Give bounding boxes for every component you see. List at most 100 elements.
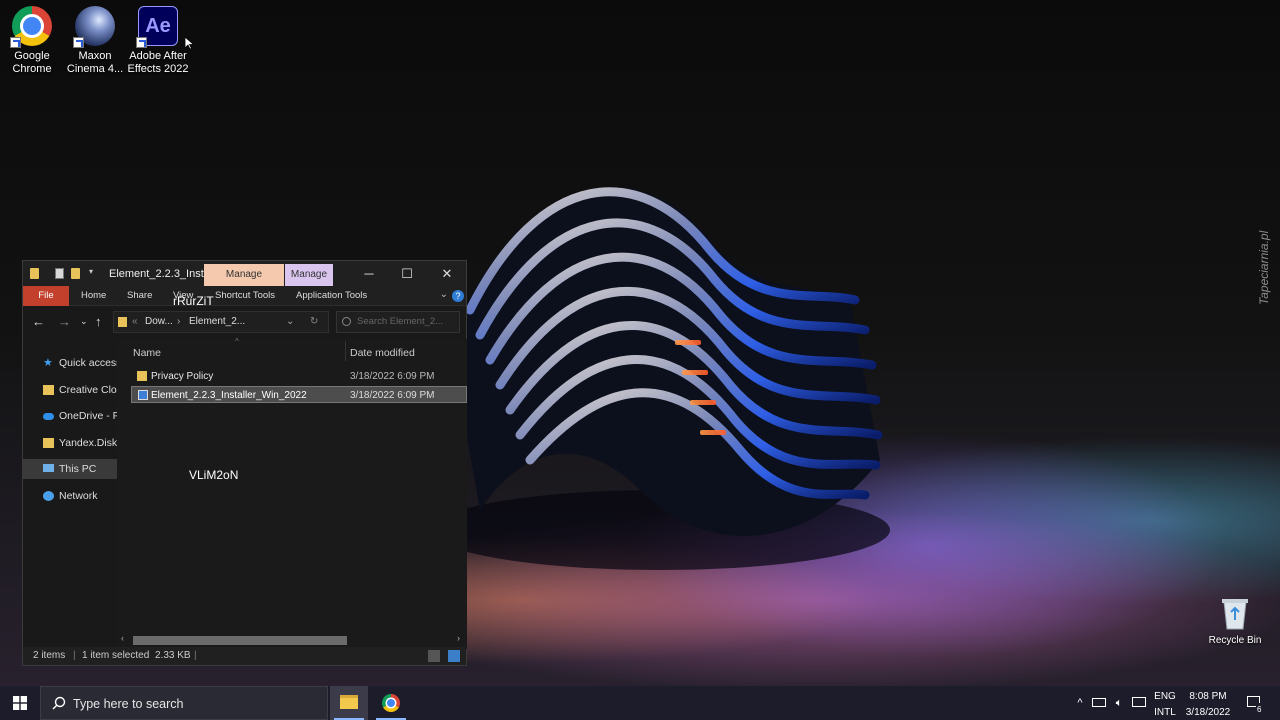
volume-icon[interactable]: 🔈︎ bbox=[1112, 686, 1126, 720]
desktop-icon-recycle-bin[interactable]: Recycle Bin bbox=[1203, 590, 1267, 647]
nav-item-label: Network bbox=[59, 490, 98, 502]
scroll-right-icon[interactable]: › bbox=[457, 633, 460, 643]
cloud-icon bbox=[43, 413, 54, 420]
file-date: 3/18/2022 6:09 PM bbox=[350, 371, 435, 382]
desktop-icon-label: Adobe After Effects 2022 bbox=[127, 50, 189, 75]
network-icon[interactable] bbox=[1132, 697, 1146, 707]
shortcut-arrow-icon bbox=[73, 37, 84, 48]
tab-application-tools[interactable]: Application Tools bbox=[296, 286, 367, 306]
taskbar-chrome[interactable] bbox=[372, 686, 410, 720]
forward-arrow-icon[interactable]: → bbox=[58, 314, 71, 329]
taskbar: Type here to search ^ 🔈︎ ENG INTL 8:08 P… bbox=[0, 686, 1280, 720]
desktop-icon-chrome[interactable]: Google Chrome bbox=[0, 0, 64, 76]
tab-share[interactable]: Share bbox=[127, 286, 152, 306]
details-view-icon[interactable] bbox=[428, 650, 440, 662]
status-size: 2.33 KB bbox=[155, 650, 191, 661]
file-row[interactable]: Privacy Policy 3/18/2022 6:09 PM bbox=[131, 368, 467, 385]
tab-home[interactable]: Home bbox=[81, 286, 106, 306]
shortcut-arrow-icon bbox=[136, 37, 147, 48]
mouse-cursor-icon bbox=[185, 37, 194, 50]
column-name[interactable]: Name bbox=[133, 347, 161, 359]
chrome-center bbox=[387, 699, 395, 707]
status-bar: 2 items | 1 item selected 2.33 KB | bbox=[23, 647, 466, 665]
overflow-icon[interactable]: « bbox=[132, 312, 138, 332]
status-selected: 1 item selected bbox=[82, 650, 150, 661]
file-date: 3/18/2022 6:09 PM bbox=[350, 390, 435, 401]
address-dropdown-icon[interactable]: ⌄ bbox=[286, 312, 294, 332]
clock[interactable]: 8:08 PM 3/18/2022 bbox=[1182, 690, 1234, 720]
nav-item-creative-cloud[interactable]: Creative Clou bbox=[23, 380, 117, 400]
desktop-icon-label: Google Chrome bbox=[12, 50, 52, 75]
up-arrow-icon[interactable]: ↑ bbox=[95, 314, 102, 329]
scroll-left-icon[interactable]: ‹ bbox=[121, 633, 124, 643]
start-button[interactable] bbox=[0, 686, 40, 720]
file-name: Privacy Policy bbox=[151, 371, 214, 382]
taskbar-search-placeholder: Type here to search bbox=[73, 697, 184, 711]
taskbar-file-explorer[interactable] bbox=[330, 686, 368, 720]
column-header: Name ^ Date modified bbox=[117, 337, 467, 363]
folder-icon bbox=[118, 317, 127, 327]
nav-item-network[interactable]: Network bbox=[23, 486, 117, 506]
nav-item-label: This PC bbox=[59, 463, 97, 475]
desktop-icon-cinema4d[interactable]: Maxon Cinema 4... bbox=[63, 0, 127, 76]
notification-count: 6 bbox=[1256, 703, 1263, 716]
language-code: ENG bbox=[1154, 691, 1176, 702]
refresh-icon[interactable]: ↻ bbox=[310, 312, 318, 332]
status-divider: | bbox=[194, 650, 197, 661]
help-icon[interactable]: ? bbox=[452, 290, 464, 302]
nav-item-yandex-disk[interactable]: Yandex.Disk bbox=[23, 433, 117, 453]
overlay-text: rRurZiT bbox=[173, 294, 214, 308]
close-button[interactable]: ✕ bbox=[427, 261, 467, 286]
taskbar-search-box[interactable]: Type here to search bbox=[40, 686, 328, 720]
horizontal-scrollbar[interactable]: ‹ › bbox=[117, 633, 467, 647]
folder-icon bbox=[30, 268, 39, 279]
recycle-bin-icon bbox=[1222, 599, 1248, 630]
chevron-right-icon: › bbox=[177, 316, 181, 327]
clock-time: 8:08 PM bbox=[1189, 691, 1227, 702]
search-icon bbox=[342, 317, 351, 326]
file-name: Element_2.2.3_Installer_Win_2022 bbox=[151, 390, 307, 401]
overlay-text: VLiM2oN bbox=[189, 468, 239, 482]
expand-ribbon-icon[interactable]: ⌄ bbox=[440, 289, 448, 300]
computer-icon bbox=[43, 464, 54, 472]
column-divider[interactable] bbox=[345, 341, 346, 361]
notifications-button[interactable]: 6 bbox=[1242, 686, 1266, 720]
breadcrumb-element[interactable]: Element_2... bbox=[189, 312, 245, 332]
search-icon bbox=[52, 696, 66, 710]
tab-file[interactable]: File bbox=[23, 286, 69, 306]
nav-item-onedrive[interactable]: OneDrive - P bbox=[23, 406, 117, 426]
language-indicator[interactable]: ENG INTL bbox=[1152, 690, 1178, 720]
properties-icon[interactable] bbox=[55, 268, 64, 279]
quick-access-dropdown-icon[interactable]: ▾ bbox=[89, 267, 98, 278]
nav-item-quick-access[interactable]: ★ Quick access bbox=[23, 353, 117, 373]
file-explorer-icon bbox=[340, 695, 358, 709]
scrollbar-thumb[interactable] bbox=[133, 636, 347, 645]
breadcrumb-downloads[interactable]: Dow... bbox=[145, 312, 173, 332]
maximize-button[interactable]: ☐ bbox=[387, 261, 427, 286]
nav-item-this-pc[interactable]: This PC bbox=[23, 459, 117, 479]
status-item-count: 2 items bbox=[33, 650, 66, 661]
large-icons-view-icon[interactable] bbox=[448, 650, 460, 662]
column-date-modified[interactable]: Date modified bbox=[350, 347, 415, 359]
show-hidden-icons-icon[interactable]: ^ bbox=[1073, 686, 1087, 720]
nav-item-label: Creative Clou bbox=[59, 384, 117, 396]
tab-shortcut-tools[interactable]: Shortcut Tools bbox=[215, 286, 275, 306]
minimize-button[interactable]: ─ bbox=[349, 261, 389, 286]
back-arrow-icon[interactable]: ← bbox=[32, 314, 45, 329]
title-bar[interactable]: ▾ Element_2.2.3_Instal... Manage Manage … bbox=[23, 261, 466, 286]
desktop-icon-label: Recycle Bin bbox=[1208, 635, 1262, 646]
file-explorer-window: ▾ Element_2.2.3_Instal... Manage Manage … bbox=[22, 260, 467, 666]
new-folder-icon[interactable] bbox=[71, 268, 80, 279]
tab-manage-application[interactable]: Manage bbox=[285, 264, 333, 286]
file-row-selected[interactable]: Element_2.2.3_Installer_Win_2022 3/18/20… bbox=[131, 386, 467, 403]
recent-locations-icon[interactable]: ⌄ bbox=[80, 316, 88, 327]
status-divider: | bbox=[73, 650, 76, 661]
star-icon: ★ bbox=[43, 357, 53, 369]
battery-icon[interactable] bbox=[1092, 698, 1106, 707]
tab-manage-shortcut[interactable]: Manage bbox=[204, 264, 284, 286]
file-list: Name ^ Date modified Privacy Policy 3/18… bbox=[117, 337, 467, 649]
search-input[interactable]: Search Element_2... bbox=[336, 311, 460, 333]
nav-item-label: Yandex.Disk bbox=[59, 437, 117, 449]
address-bar[interactable]: « Dow... › Element_2... ⌄ ↻ bbox=[113, 311, 329, 333]
desktop-icon-aftereffects[interactable]: Ae Adobe After Effects 2022 bbox=[126, 0, 190, 76]
